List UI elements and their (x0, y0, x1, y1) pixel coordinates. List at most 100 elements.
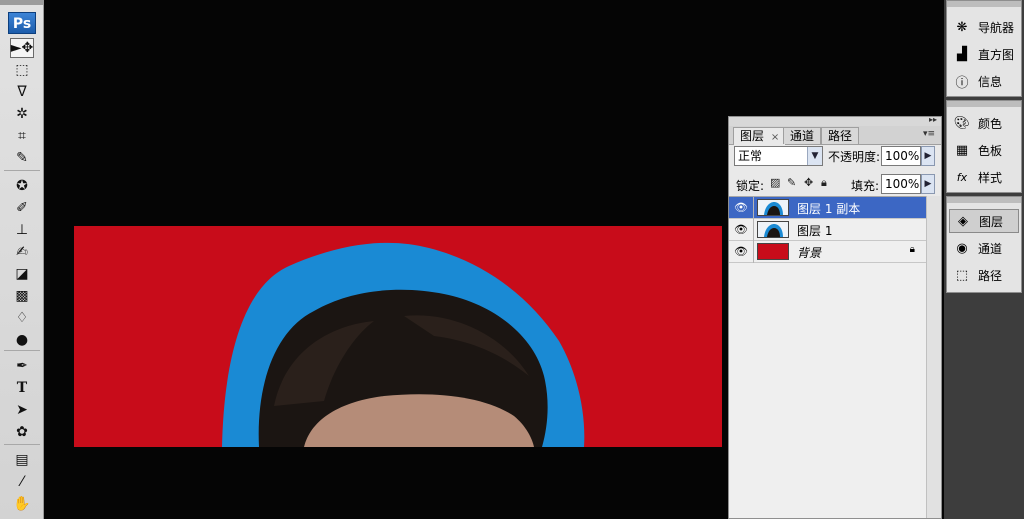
color-icon: 🎨︎ (953, 115, 971, 131)
panel-dock: ❋ 导航器 ▟ 直方图 ⓘ 信息 🎨︎ 颜色 ▦ 色板 fx 样式 ◈ 图层 ◉ 通道 ⬚ 路径 (944, 0, 1024, 519)
dock-item-color[interactable]: 🎨︎ 颜色 (949, 111, 1019, 135)
dock-item-info[interactable]: ⓘ 信息 (949, 69, 1019, 93)
dock-item-navigator[interactable]: ❋ 导航器 (949, 15, 1019, 39)
eraser-tool[interactable]: ◪ (10, 264, 34, 284)
panel-titlebar[interactable]: ▸▸ (729, 115, 941, 126)
layer-list: 👁︎ 图层 1 副本 👁︎ 图层 1 👁︎ 背景 🔒︎ (729, 196, 927, 518)
tab-layers[interactable]: 图层 × (733, 127, 787, 145)
dodge-tool[interactable]: ● (10, 330, 34, 350)
dock-group-layers: ◈ 图层 ◉ 通道 ⬚ 路径 (946, 196, 1022, 293)
opacity-label: 不透明度: (828, 150, 881, 164)
lock-transparent-pixels-icon[interactable]: ▨ (770, 176, 780, 189)
layer-name[interactable]: 图层 1 (797, 222, 832, 239)
layers-panel: ▸▸ 图层 × 通道 路径 ▾≡ 正常 ▼ 不透明度: 100% ▶ 锁定: ▨… (728, 115, 942, 519)
dock-item-styles[interactable]: fx 样式 (949, 165, 1019, 189)
tools-panel: Ps ►✥ ⬚ ᐁ ✲ ⌗ ✎ ✪ ✐ ⊥ ✍ ◪ ▩ ♢ ● ✒ T ➤ ✿ ▤ ⁄ ✋ (0, 0, 44, 519)
lock-icon: 🔒︎ (909, 244, 915, 255)
brush-tool[interactable]: ✐ (10, 198, 34, 218)
clone-stamp-tool[interactable]: ⊥ (10, 220, 34, 240)
opacity-input[interactable]: 100% (881, 146, 921, 166)
dock-group-color: 🎨︎ 颜色 ▦ 色板 fx 样式 (946, 100, 1022, 193)
layer-row-background[interactable]: 👁︎ 背景 🔒︎ (729, 241, 927, 263)
dock-label: 信息 (978, 74, 1003, 89)
eyedropper-sample-tool[interactable]: ⁄ (10, 472, 34, 492)
dock-grip[interactable] (947, 101, 1021, 107)
pen-tool[interactable]: ✒ (10, 356, 34, 376)
move-tool[interactable]: ►✥ (10, 38, 34, 58)
panel-menu-icon[interactable]: ▾≡ (923, 129, 935, 139)
dock-label: 导航器 (978, 20, 1015, 35)
blur-tool[interactable]: ♢ (10, 308, 34, 328)
layer-name[interactable]: 图层 1 副本 (797, 200, 860, 217)
info-icon: ⓘ (955, 75, 969, 91)
tab-paths[interactable]: 路径 (821, 127, 860, 144)
blend-mode-value: 正常 (738, 149, 763, 163)
dock-item-histogram[interactable]: ▟ 直方图 (949, 42, 1019, 66)
eye-icon[interactable]: 👁︎ (733, 200, 749, 216)
swatches-icon: ▦ (955, 142, 969, 158)
toolbar-divider (4, 170, 40, 171)
fill-slider-button[interactable]: ▶ (921, 174, 935, 194)
healing-brush-tool[interactable]: ✪ (10, 176, 34, 196)
dock-label: 通道 (978, 241, 1003, 256)
toolbar-divider (4, 444, 40, 445)
dock-item-swatches[interactable]: ▦ 色板 (949, 138, 1019, 162)
blend-mode-select[interactable]: 正常 ▼ (734, 146, 823, 166)
layer-thumbnail (757, 243, 789, 260)
history-brush-tool[interactable]: ✍ (10, 242, 34, 262)
paths-icon: ⬚ (955, 267, 969, 283)
dock-grip[interactable] (947, 197, 1021, 203)
lock-position-icon[interactable]: ✥ (804, 176, 813, 189)
tab-layers-label: 图层 (740, 129, 765, 143)
divider (753, 241, 754, 263)
eye-icon[interactable]: 👁︎ (733, 222, 749, 238)
tab-channels-label: 通道 (790, 129, 815, 143)
eye-icon[interactable]: 👁︎ (733, 244, 749, 260)
toolbar-divider (4, 350, 40, 351)
opacity-slider-button[interactable]: ▶ (921, 146, 935, 166)
tools-panel-grip[interactable] (0, 0, 43, 5)
crop-tool[interactable]: ⌗ (10, 126, 34, 146)
path-selection-tool[interactable]: ➤ (10, 400, 34, 420)
tab-channels[interactable]: 通道 (783, 127, 822, 144)
styles-icon: fx (956, 170, 968, 184)
marquee-tool[interactable]: ⬚ (10, 60, 34, 80)
dock-label: 颜色 (978, 116, 1003, 131)
chevron-down-icon[interactable]: ▼ (807, 147, 822, 165)
layer-thumbnail (757, 221, 789, 238)
hand-tool[interactable]: ✋ (10, 494, 34, 514)
photo-image (74, 226, 722, 447)
notes-tool[interactable]: ▤ (10, 450, 34, 470)
dock-label: 直方图 (978, 47, 1015, 62)
layer-row-1[interactable]: 👁︎ 图层 1 (729, 219, 927, 241)
panel-tabs: 图层 × 通道 路径 ▾≡ (729, 126, 941, 145)
dock-item-paths[interactable]: ⬚ 路径 (949, 263, 1019, 287)
custom-shape-tool[interactable]: ✿ (10, 422, 34, 442)
layers-icon: ◈ (958, 213, 968, 229)
type-tool[interactable]: T (10, 378, 34, 398)
close-icon[interactable]: × (771, 132, 779, 143)
layer-name[interactable]: 背景 (797, 244, 821, 261)
layer-list-scrollbar[interactable] (926, 196, 941, 518)
gradient-tool[interactable]: ▩ (10, 286, 34, 306)
layer-row-copy[interactable]: 👁︎ 图层 1 副本 (729, 197, 927, 219)
collapse-icon[interactable]: ▸▸ (929, 115, 937, 124)
dock-item-channels[interactable]: ◉ 通道 (949, 236, 1019, 260)
dock-item-layers[interactable]: ◈ 图层 (949, 209, 1019, 233)
eyedropper-tool[interactable]: ✎ (10, 148, 34, 168)
lock-all-icon[interactable]: 🔒︎ (821, 176, 827, 190)
lock-image-pixels-icon[interactable]: ✎ (787, 176, 796, 189)
dock-group-navigator: ❋ 导航器 ▟ 直方图 ⓘ 信息 (946, 0, 1022, 97)
fill-input[interactable]: 100% (881, 174, 921, 194)
document-canvas[interactable] (74, 226, 722, 447)
tab-paths-label: 路径 (828, 129, 853, 143)
channels-icon: ◉ (956, 240, 968, 256)
lock-label: 锁定: (736, 179, 765, 193)
dock-label: 路径 (978, 268, 1003, 283)
fill-label: 填充: (851, 179, 880, 193)
dock-label: 色板 (978, 143, 1003, 158)
magic-wand-tool[interactable]: ✲ (10, 104, 34, 124)
dock-grip[interactable] (947, 1, 1021, 7)
histogram-icon: ▟ (957, 46, 967, 62)
lasso-tool[interactable]: ᐁ (10, 82, 34, 102)
